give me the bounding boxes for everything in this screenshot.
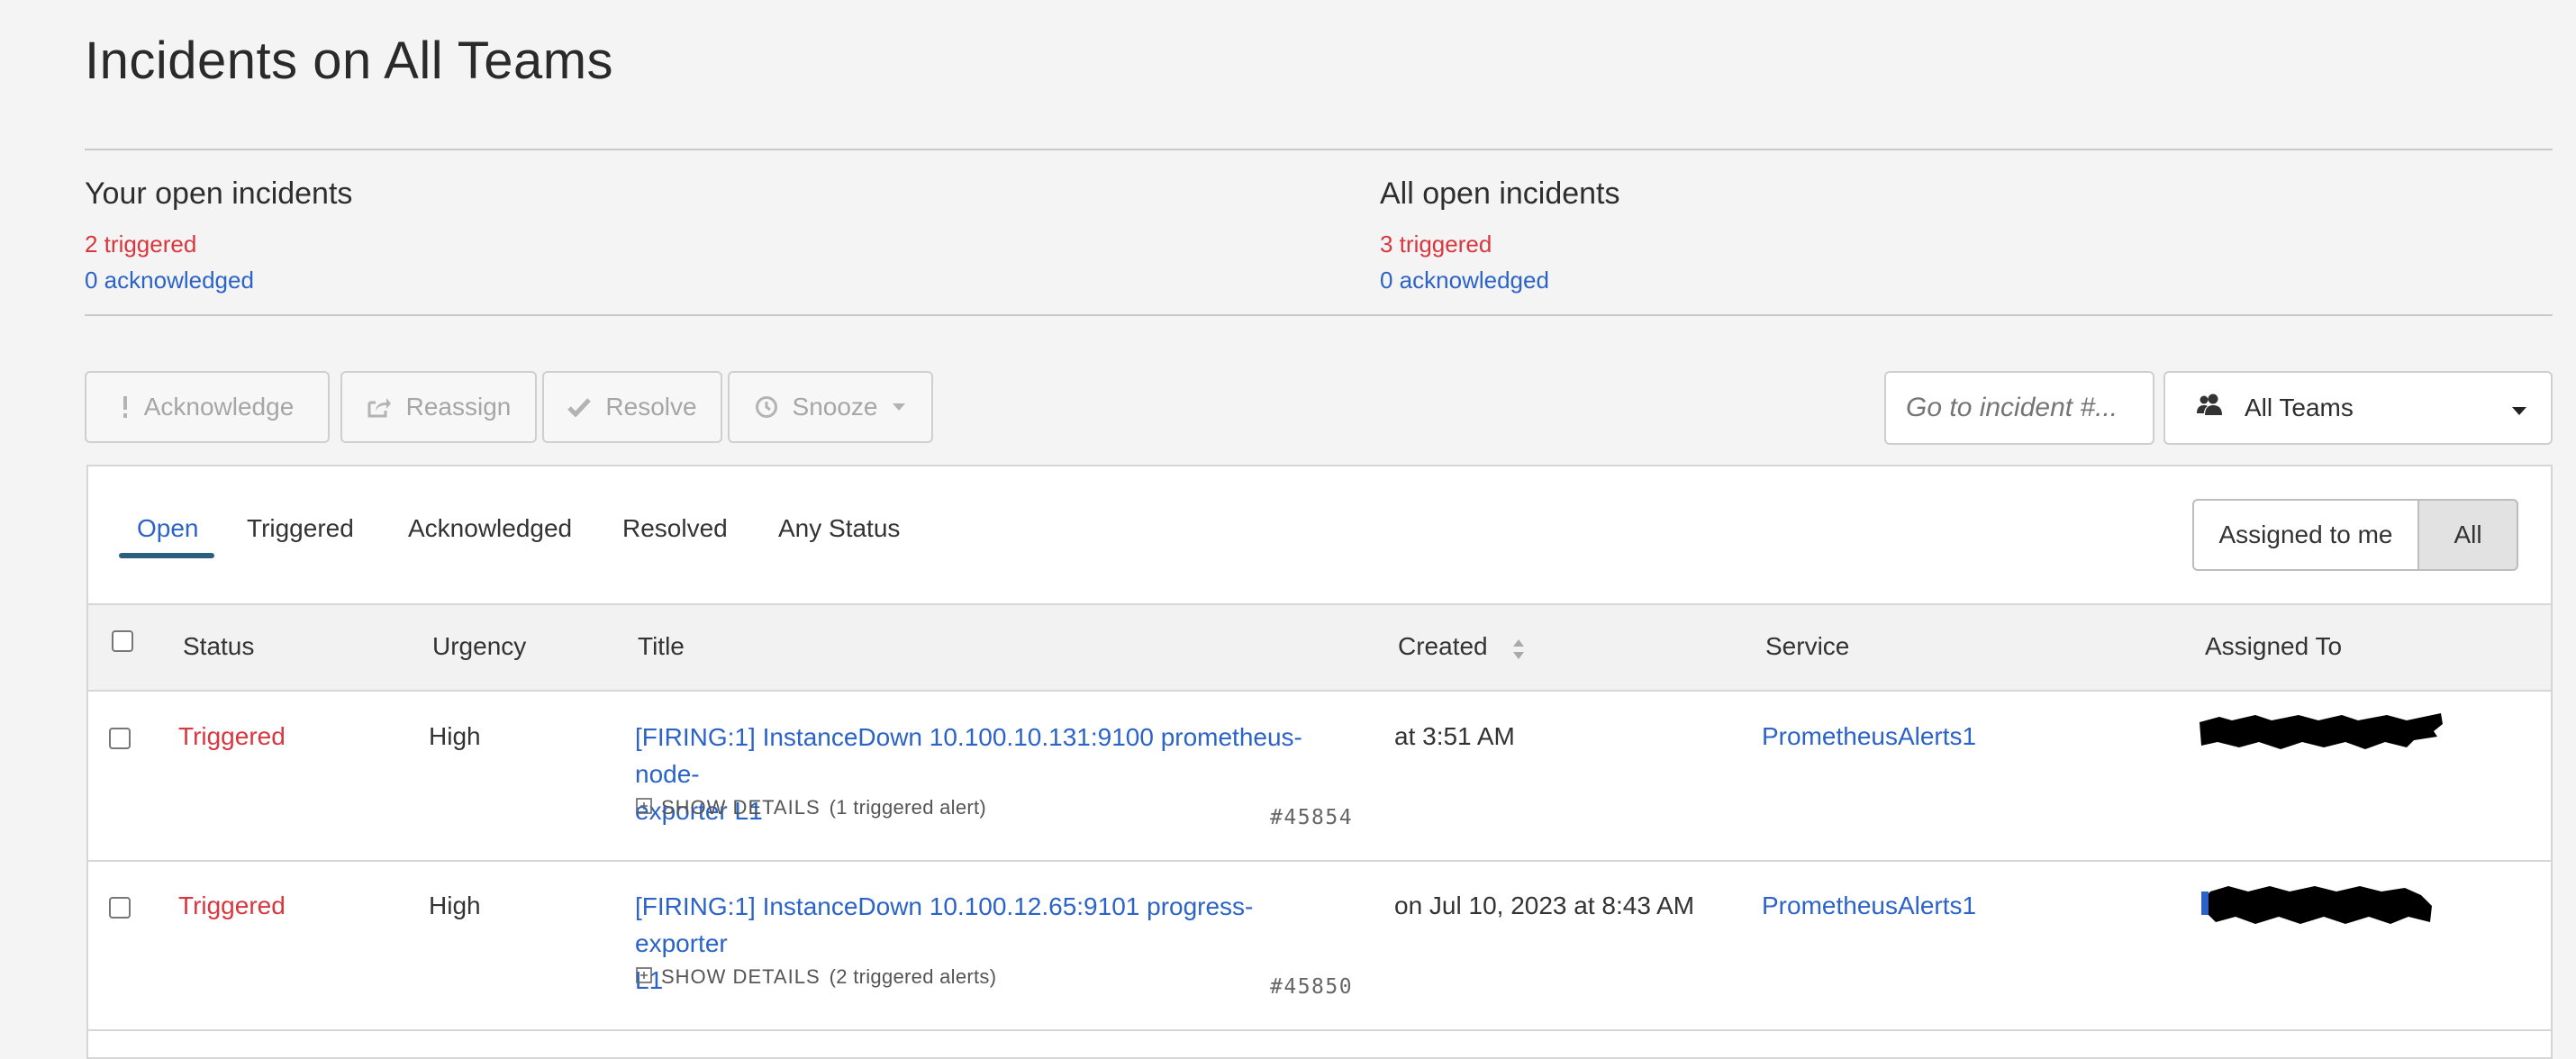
active-tab-indicator xyxy=(119,553,214,558)
resolve-button[interactable]: Resolve xyxy=(542,371,722,443)
row-status: Triggered xyxy=(178,722,286,750)
header-divider xyxy=(85,149,2553,150)
team-selector-value: All Teams xyxy=(2245,394,2354,421)
plus-square-icon xyxy=(636,796,652,819)
row-assignee-redacted xyxy=(2198,710,2443,753)
team-selector[interactable]: All Teams xyxy=(2163,371,2553,445)
tab-triggered[interactable]: Triggered xyxy=(247,514,354,543)
row-created: at 3:51 AM xyxy=(1394,722,1515,750)
tab-resolved[interactable]: Resolved xyxy=(622,514,728,543)
column-title: Title xyxy=(638,632,685,660)
assigned-all-toggle[interactable]: All xyxy=(2417,499,2518,571)
column-assigned-to: Assigned To xyxy=(2205,632,2343,660)
row-title-line: [FIRING:1] InstanceDown 10.100.12.65:910… xyxy=(635,892,1254,957)
all-acknowledged-link[interactable]: 0 acknowledged xyxy=(1380,267,1549,294)
row-checkbox[interactable] xyxy=(109,897,131,919)
row-service-link[interactable]: PrometheusAlerts1 xyxy=(1762,722,1976,751)
page-title: Incidents on All Teams xyxy=(85,32,614,90)
show-details-label: SHOW DETAILS xyxy=(661,796,821,819)
row-urgency: High xyxy=(429,892,481,919)
select-all-checkbox[interactable] xyxy=(112,630,133,652)
summary-divider xyxy=(85,314,2553,316)
reassign-label: Reassign xyxy=(405,393,512,421)
show-details-toggle[interactable]: SHOW DETAILS (2 triggered alerts) xyxy=(636,965,996,989)
tab-open[interactable]: Open xyxy=(137,514,199,543)
all-triggered-link[interactable]: 3 triggered xyxy=(1380,231,1492,258)
row-divider xyxy=(88,1029,2551,1031)
row-title-line: [FIRING:1] InstanceDown 10.100.10.131:91… xyxy=(635,723,1302,788)
your-acknowledged-link[interactable]: 0 acknowledged xyxy=(85,267,254,294)
alert-count: (1 triggered alert) xyxy=(829,796,987,819)
incident-number: #45850 xyxy=(1270,975,1354,999)
column-created[interactable]: Created xyxy=(1398,632,1488,661)
tab-acknowledged[interactable]: Acknowledged xyxy=(408,514,572,543)
snooze-button[interactable]: Snooze xyxy=(728,371,933,443)
row-urgency: High xyxy=(429,722,481,750)
go-to-incident-input[interactable] xyxy=(1884,371,2154,445)
incident-number: #45854 xyxy=(1270,806,1354,829)
row-status: Triggered xyxy=(178,892,286,919)
row-divider xyxy=(88,860,2551,862)
all-open-incidents-heading: All open incidents xyxy=(1380,176,1620,211)
resolve-label: Resolve xyxy=(605,393,697,421)
snooze-label: Snooze xyxy=(792,393,878,421)
share-icon xyxy=(367,395,392,419)
column-urgency: Urgency xyxy=(432,632,527,660)
acknowledge-button[interactable]: Acknowledge xyxy=(85,371,330,443)
show-details-label: SHOW DETAILS xyxy=(661,965,821,988)
check-icon xyxy=(567,397,592,417)
acknowledge-label: Acknowledge xyxy=(143,393,295,421)
caret-down-icon xyxy=(892,403,906,412)
column-status: Status xyxy=(183,632,255,660)
your-open-incidents-heading: Your open incidents xyxy=(85,176,353,211)
your-triggered-link[interactable]: 2 triggered xyxy=(85,231,196,258)
caret-down-icon xyxy=(2511,394,2527,422)
assigned-to-me-toggle[interactable]: Assigned to me xyxy=(2192,499,2419,571)
users-icon xyxy=(2196,394,2225,423)
row-assignee-redacted xyxy=(2201,881,2434,926)
show-details-toggle[interactable]: SHOW DETAILS (1 triggered alert) xyxy=(636,796,986,819)
exclamation-icon xyxy=(121,395,130,419)
tab-any-status[interactable]: Any Status xyxy=(778,514,900,543)
row-checkbox[interactable] xyxy=(109,728,131,749)
row-service-link[interactable]: PrometheusAlerts1 xyxy=(1762,892,1976,920)
plus-square-icon xyxy=(636,965,652,989)
reassign-button[interactable]: Reassign xyxy=(340,371,537,443)
alert-count: (2 triggered alerts) xyxy=(829,965,997,988)
column-service: Service xyxy=(1765,632,1850,660)
clock-icon xyxy=(755,395,778,419)
row-created: on Jul 10, 2023 at 8:43 AM xyxy=(1394,892,1695,919)
sort-icon[interactable] xyxy=(1511,638,1526,665)
